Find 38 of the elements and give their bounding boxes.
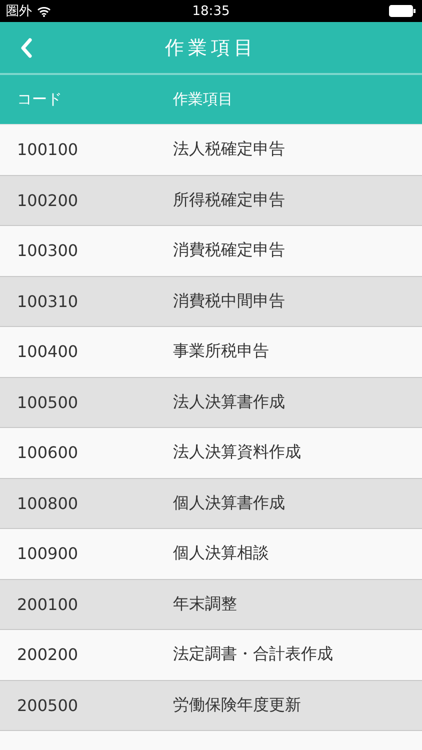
task-cell: 労働保険年度更新: [173, 694, 301, 716]
code-cell-text: 100900: [16, 544, 80, 564]
chevron-left-icon: [20, 38, 32, 58]
code-cell-text: 200500: [16, 696, 80, 715]
carrier-label: 圏外: [6, 3, 32, 20]
code-cell-text: 100800: [16, 494, 80, 513]
screen-title: 作業項目: [165, 36, 257, 60]
code-cell-text: 100400: [16, 342, 80, 362]
code-cell-text: 200100: [16, 594, 80, 614]
task-cell: 個人決算書作成: [173, 492, 285, 514]
task-cell: 個人決算相談: [173, 543, 269, 564]
column-header: コード: [16, 90, 63, 109]
task-cell: 法人税確定申告: [173, 139, 285, 160]
task-cell: 事業所税申告: [173, 341, 269, 362]
task-cell: 消費税確定申告: [173, 240, 285, 262]
code-cell-text: 200200: [16, 645, 80, 664]
code-cell-text: 100310: [16, 292, 80, 311]
wifi-icon: [37, 6, 51, 16]
table-row[interactable]: 200100 年末調整: [0, 580, 422, 630]
table-row[interactable]: 100310 消費税中間申告: [0, 276, 422, 327]
task-cell: 法人決算資料作成: [173, 442, 301, 464]
task-cell: 消費税中間申告: [173, 290, 285, 312]
code-cell-text: 100500: [16, 392, 80, 412]
status-time: 18:35: [192, 4, 230, 18]
table-row[interactable]: 100500 法人決算書作成: [0, 378, 422, 428]
table-row[interactable]: 100800 個人決算書作成: [0, 478, 422, 529]
table-row[interactable]: 200500 労働保険年度更新: [0, 680, 422, 731]
task-cell: 年末調整: [173, 594, 237, 615]
table-row[interactable]: 100200 所得税確定申告: [0, 176, 422, 226]
task-cell: 所得税確定申告: [173, 190, 285, 211]
battery-icon: [389, 5, 416, 17]
code-cell-text: 100100: [16, 140, 80, 160]
code-cell-text: 100200: [16, 190, 80, 210]
code-cell-text: 100600: [16, 443, 80, 462]
column-header: 作業項目: [173, 90, 233, 109]
code-cell-text: 100300: [16, 241, 80, 260]
task-cell: 法定調書・合計表作成: [173, 644, 333, 666]
task-cell: 法人決算書作成: [173, 392, 285, 413]
